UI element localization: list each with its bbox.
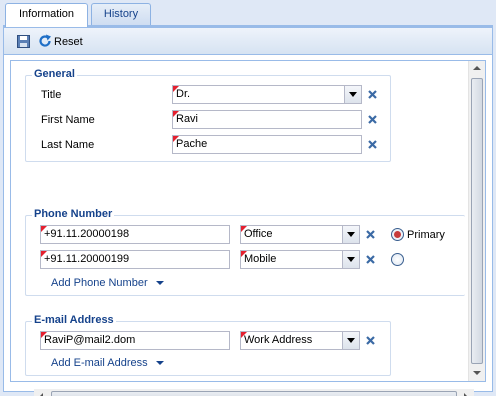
chevron-down-icon[interactable]: [342, 226, 359, 243]
phone-number-value: +91.11.20000198: [44, 228, 130, 240]
phone-number-field[interactable]: +91.11.20000199: [40, 250, 230, 269]
save-icon[interactable]: [17, 35, 30, 48]
add-phone-number-link[interactable]: Add Phone Number: [51, 277, 164, 289]
add-phone-number-label: Add Phone Number: [51, 277, 148, 289]
primary-radio[interactable]: [391, 253, 404, 266]
remove-icon[interactable]: [365, 254, 376, 265]
reset-label: Reset: [54, 36, 83, 48]
first-name-label: First Name: [41, 114, 95, 126]
title-label: Title: [41, 89, 62, 101]
first-name-value: Ravi: [176, 113, 199, 125]
phone-type-select[interactable]: Mobile: [240, 250, 360, 269]
primary-radio[interactable]: [391, 228, 404, 241]
add-email-address-link[interactable]: Add E-mail Address: [51, 357, 164, 369]
remove-icon[interactable]: [365, 229, 376, 240]
chevron-down-icon[interactable]: [342, 251, 359, 268]
chevron-down-icon: [155, 281, 164, 285]
phone-number-value: +91.11.20000199: [44, 253, 130, 265]
last-name-field[interactable]: Pache: [172, 135, 362, 154]
email-fieldset: E-mail Address RaviP@mail2.dom Work Addr…: [25, 314, 391, 376]
tab-information[interactable]: Information: [5, 3, 88, 27]
information-panel: Reset General Title Dr. First Name Ravi …: [3, 27, 493, 396]
email-type-select[interactable]: Work Address: [240, 331, 360, 350]
email-legend: E-mail Address: [32, 314, 116, 326]
first-name-field[interactable]: Ravi: [172, 110, 362, 129]
chevron-down-icon[interactable]: [344, 86, 361, 103]
vertical-scroll-thumb[interactable]: [471, 78, 483, 364]
tab-history[interactable]: History: [91, 3, 151, 26]
title-select[interactable]: Dr.: [172, 85, 362, 104]
remove-icon[interactable]: [367, 139, 378, 150]
title-select-value: Dr.: [176, 88, 191, 100]
remove-icon[interactable]: [367, 114, 378, 125]
general-legend: General: [32, 68, 77, 80]
phone-type-value: Mobile: [244, 253, 277, 265]
phone-type-value: Office: [244, 228, 273, 240]
vertical-scrollbar[interactable]: [468, 61, 485, 381]
toolbar: Reset: [4, 28, 492, 55]
chevron-down-icon: [155, 361, 164, 365]
scroll-up-arrow-icon[interactable]: [473, 66, 481, 70]
email-field[interactable]: RaviP@mail2.dom: [40, 331, 230, 350]
last-name-label: Last Name: [41, 139, 95, 151]
primary-label: Primary: [407, 229, 445, 241]
phone-fieldset: Phone Number +91.11.20000198 Office Prim…: [25, 208, 465, 296]
reset-button[interactable]: Reset: [37, 34, 83, 50]
last-name-value: Pache: [176, 138, 208, 150]
phone-type-select[interactable]: Office: [240, 225, 360, 244]
scroll-down-arrow-icon[interactable]: [473, 371, 481, 375]
horizontal-scrollbar[interactable]: [34, 389, 474, 396]
horizontal-scroll-thumb[interactable]: [51, 391, 457, 396]
remove-icon[interactable]: [367, 89, 378, 100]
chevron-down-icon[interactable]: [342, 332, 359, 349]
phone-legend: Phone Number: [32, 208, 115, 220]
add-email-address-label: Add E-mail Address: [51, 357, 148, 369]
form-body: General Title Dr. First Name Ravi Last N…: [10, 60, 486, 382]
general-fieldset: General Title Dr. First Name Ravi Last N…: [25, 68, 391, 162]
email-value: RaviP@mail2.dom: [44, 334, 136, 346]
phone-number-field[interactable]: +91.11.20000198: [40, 225, 230, 244]
remove-icon[interactable]: [365, 335, 376, 346]
tab-bar: Information History: [0, 0, 496, 27]
email-type-value: Work Address: [244, 334, 313, 346]
reset-icon: [37, 33, 54, 52]
